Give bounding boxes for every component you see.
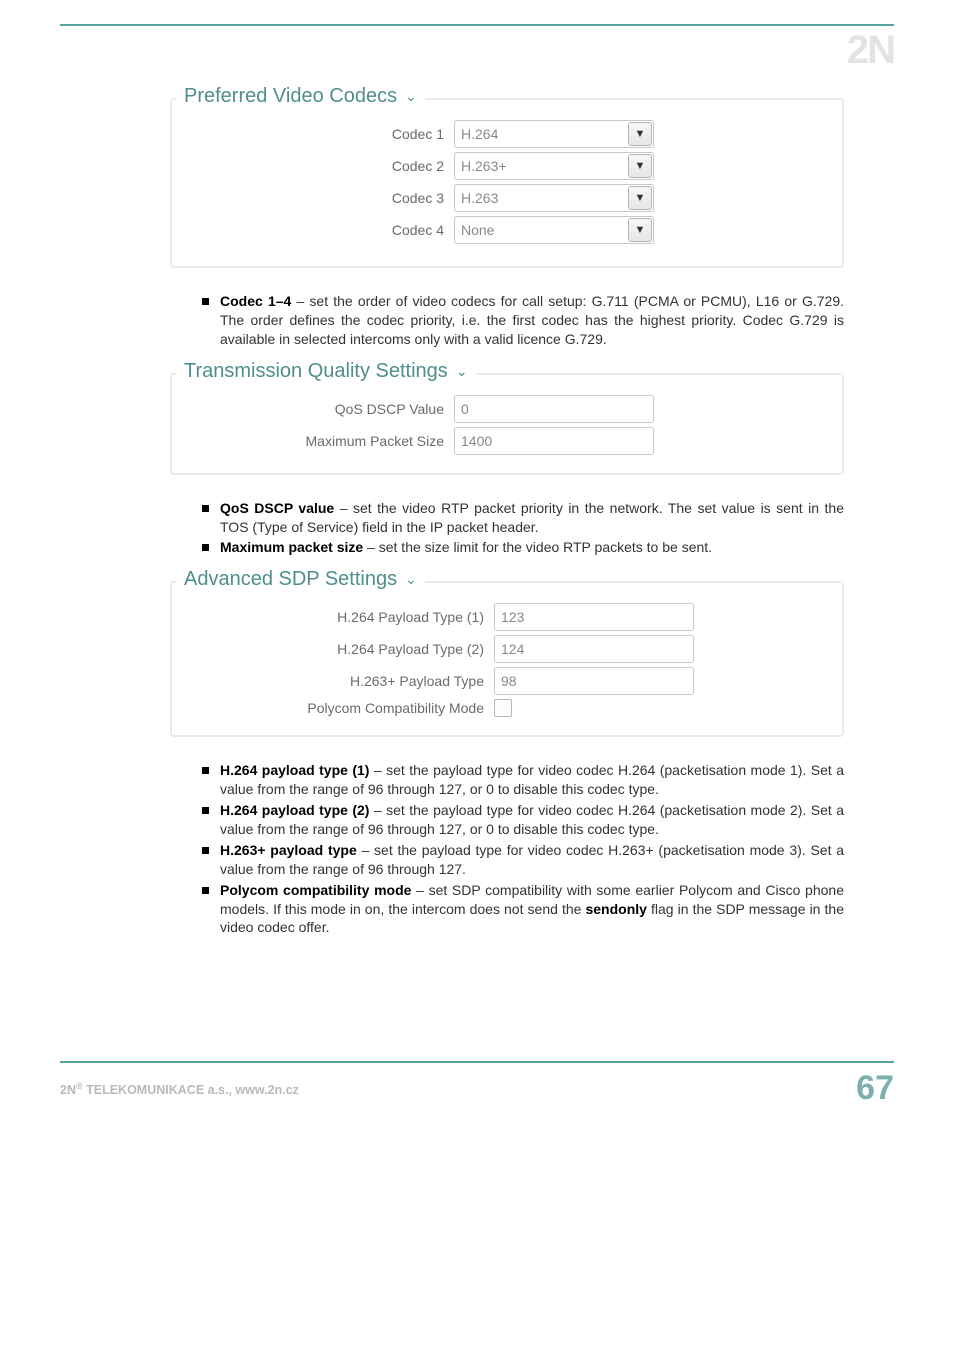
row-h264-2: H.264 Payload Type (2): [194, 635, 820, 663]
input-h263p-type[interactable]: [494, 667, 694, 695]
legend-transmission-quality[interactable]: Transmission Quality Settings ⌄: [184, 360, 474, 383]
row-h264-1: H.264 Payload Type (1): [194, 603, 820, 631]
label-codec1: Codec 1: [194, 126, 454, 142]
dropdown-icon[interactable]: ▼: [628, 186, 652, 210]
label-h264-type2: H.264 Payload Type (2): [194, 641, 494, 657]
bullet-qos: QoS DSCP value – set the video RTP packe…: [202, 499, 844, 537]
label-codec2: Codec 2: [194, 158, 454, 174]
row-polycom: Polycom Compatibility Mode: [194, 699, 820, 717]
label-h264-type1: H.264 Payload Type (1): [194, 609, 494, 625]
bullet-h264-2: H.264 payload type (2) – set the payload…: [202, 801, 844, 839]
select-codec4[interactable]: [454, 216, 654, 244]
row-codec4: Codec 4 ▼: [194, 216, 820, 244]
label-max-packet: Maximum Packet Size: [194, 433, 454, 449]
label-codec4: Codec 4: [194, 222, 454, 238]
chevron-down-icon: ⌄: [405, 571, 417, 588]
bullet-codec-1-4: Codec 1–4 – set the order of video codec…: [202, 292, 844, 349]
legend-text: Advanced SDP Settings: [184, 568, 397, 591]
label-qos-dscp: QoS DSCP Value: [194, 401, 454, 417]
legend-preferred-video-codecs[interactable]: Preferred Video Codecs ⌄: [184, 85, 423, 108]
fieldset-advanced-sdp: Advanced SDP Settings ⌄ H.264 Payload Ty…: [170, 581, 844, 737]
row-h263p: H.263+ Payload Type: [194, 667, 820, 695]
chevron-down-icon: ⌄: [456, 363, 468, 380]
label-polycom: Polycom Compatibility Mode: [194, 700, 494, 716]
input-h264-type2[interactable]: [494, 635, 694, 663]
bullet-polycom: Polycom compatibility mode – set SDP com…: [202, 881, 844, 938]
dropdown-icon[interactable]: ▼: [628, 218, 652, 242]
fieldset-transmission-quality: Transmission Quality Settings ⌄ QoS DSCP…: [170, 373, 844, 475]
checkbox-polycom-compat[interactable]: [494, 699, 512, 717]
page-number: 67: [856, 1069, 894, 1108]
row-qos-dscp: QoS DSCP Value: [194, 395, 820, 423]
dropdown-icon[interactable]: ▼: [628, 154, 652, 178]
input-max-packet[interactable]: [454, 427, 654, 455]
row-codec1: Codec 1 ▼: [194, 120, 820, 148]
bullet-max-packet: Maximum packet size – set the size limit…: [202, 538, 844, 557]
row-codec2: Codec 2 ▼: [194, 152, 820, 180]
label-h263p-type: H.263+ Payload Type: [194, 673, 494, 689]
bullets-codec: Codec 1–4 – set the order of video codec…: [202, 292, 844, 349]
bullet-h263p: H.263+ payload type – set the payload ty…: [202, 841, 844, 879]
top-rule: [60, 24, 894, 26]
select-codec2[interactable]: [454, 152, 654, 180]
legend-text: Preferred Video Codecs: [184, 85, 397, 108]
fieldset-preferred-video-codecs: Preferred Video Codecs ⌄ .fs1::after{lef…: [170, 98, 844, 268]
input-qos-dscp[interactable]: [454, 395, 654, 423]
legend-advanced-sdp[interactable]: Advanced SDP Settings ⌄: [184, 568, 423, 591]
label-codec3: Codec 3: [194, 190, 454, 206]
select-codec3[interactable]: [454, 184, 654, 212]
bullet-h264-1: H.264 payload type (1) – set the payload…: [202, 761, 844, 799]
legend-text: Transmission Quality Settings: [184, 360, 448, 383]
bullets-tx-quality: QoS DSCP value – set the video RTP packe…: [202, 499, 844, 558]
row-max-packet: Maximum Packet Size: [194, 427, 820, 455]
page-footer: 2N® TELEKOMUNIKACE a.s., www.2n.cz 67: [60, 1061, 894, 1132]
bullets-advanced-sdp: H.264 payload type (1) – set the payload…: [202, 761, 844, 937]
dropdown-icon[interactable]: ▼: [628, 122, 652, 146]
row-codec3: Codec 3 ▼: [194, 184, 820, 212]
logo-2n: 2N: [847, 30, 894, 70]
chevron-down-icon: ⌄: [405, 88, 417, 105]
footer-company: 2N® TELEKOMUNIKACE a.s., www.2n.cz: [60, 1081, 299, 1097]
input-h264-type1[interactable]: [494, 603, 694, 631]
select-codec1[interactable]: [454, 120, 654, 148]
